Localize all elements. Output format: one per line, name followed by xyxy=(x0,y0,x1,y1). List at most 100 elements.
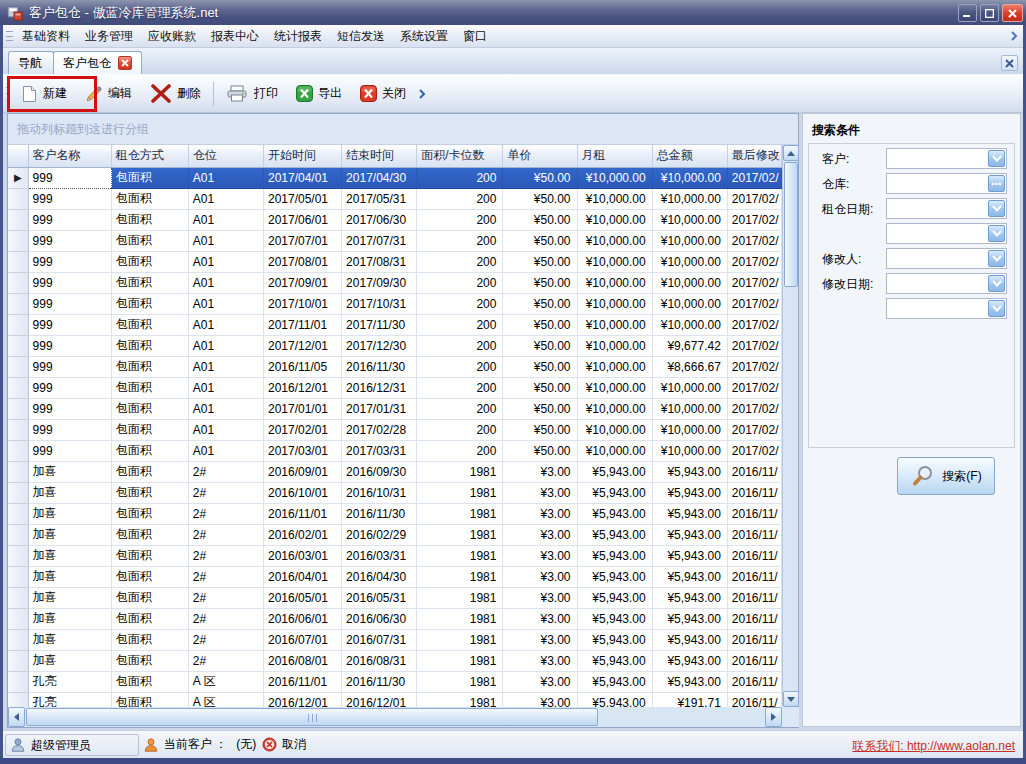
cell[interactable]: ¥10,000.00 xyxy=(577,272,652,293)
cell[interactable]: 2# xyxy=(188,566,263,587)
cell[interactable]: 200 xyxy=(417,398,503,419)
search-field-input[interactable] xyxy=(886,173,1007,194)
cell[interactable]: ¥10,000.00 xyxy=(577,398,652,419)
row-indicator[interactable] xyxy=(8,188,28,209)
table-row[interactable]: 加喜包面积2#2016/06/012016/06/301981¥3.00¥5,9… xyxy=(8,608,782,629)
cell[interactable]: 1981 xyxy=(417,566,503,587)
cell[interactable]: 包面积 xyxy=(111,335,188,356)
cell[interactable]: ¥50.00 xyxy=(503,188,577,209)
cell[interactable]: A01 xyxy=(188,272,263,293)
column-header-3[interactable]: 仓位 xyxy=(188,145,263,167)
search-field-input[interactable] xyxy=(886,198,1007,219)
cell[interactable]: ¥3.00 xyxy=(503,587,577,608)
table-row[interactable]: 999包面积A012017/03/012017/03/31200¥50.00¥1… xyxy=(8,440,782,461)
cell[interactable]: 2016/11/01 xyxy=(263,503,341,524)
column-header-7[interactable]: 单价 xyxy=(503,145,577,167)
cell[interactable]: ¥50.00 xyxy=(503,209,577,230)
cell[interactable]: A01 xyxy=(188,251,263,272)
tab-close-icon[interactable] xyxy=(118,56,132,70)
toolbar-button-5[interactable]: 打印 xyxy=(217,80,287,108)
cell[interactable]: 200 xyxy=(417,209,503,230)
row-indicator[interactable] xyxy=(8,482,28,503)
cell[interactable]: 200 xyxy=(417,167,503,188)
table-row[interactable]: 999包面积A012017/12/012017/12/30200¥50.00¥1… xyxy=(8,335,782,356)
cell[interactable]: 200 xyxy=(417,419,503,440)
cell[interactable]: 2016/05/01 xyxy=(263,587,341,608)
cell[interactable]: ¥5,943.00 xyxy=(577,566,652,587)
cell[interactable]: ¥10,000.00 xyxy=(652,377,727,398)
cell[interactable]: 包面积 xyxy=(111,293,188,314)
cell[interactable]: ¥5,943.00 xyxy=(577,650,652,671)
cell[interactable]: ¥9,677.42 xyxy=(652,335,727,356)
cell[interactable]: 2017/02/ xyxy=(727,335,781,356)
row-indicator[interactable] xyxy=(8,608,28,629)
table-row[interactable]: 999包面积A012017/05/012017/05/31200¥50.00¥1… xyxy=(8,188,782,209)
cell[interactable]: 1981 xyxy=(417,503,503,524)
cell[interactable]: 2017/02/ xyxy=(727,272,781,293)
cell[interactable]: 2016/11/ xyxy=(727,482,781,503)
cell[interactable]: ¥3.00 xyxy=(503,545,577,566)
cell[interactable]: 加喜 xyxy=(28,524,111,545)
cell[interactable]: 2016/11/ xyxy=(727,461,781,482)
cell[interactable]: 包面积 xyxy=(111,545,188,566)
cell[interactable]: 2017/04/30 xyxy=(342,167,417,188)
cell[interactable]: A01 xyxy=(188,314,263,335)
cell[interactable]: 1981 xyxy=(417,461,503,482)
cell[interactable]: 2017/02/ xyxy=(727,398,781,419)
scroll-up-button[interactable] xyxy=(783,145,799,161)
table-row[interactable]: 加喜包面积2#2016/07/012016/07/311981¥3.00¥5,9… xyxy=(8,629,782,650)
cell[interactable]: ¥5,943.00 xyxy=(652,566,727,587)
cell[interactable]: 2017/11/30 xyxy=(342,314,417,335)
cell[interactable]: ¥10,000.00 xyxy=(652,251,727,272)
table-row[interactable]: ▶999包面积A012017/04/012017/04/30200¥50.00¥… xyxy=(8,167,782,188)
table-row[interactable]: 999包面积A012016/12/012016/12/31200¥50.00¥1… xyxy=(8,377,782,398)
table-row[interactable]: 加喜包面积2#2016/09/012016/09/301981¥3.00¥5,9… xyxy=(8,461,782,482)
column-header-5[interactable]: 结束时间 xyxy=(342,145,417,167)
cell[interactable]: 2017/12/01 xyxy=(263,335,341,356)
cell[interactable]: ¥5,943.00 xyxy=(652,482,727,503)
table-row[interactable]: 加喜包面积2#2016/04/012016/04/301981¥3.00¥5,9… xyxy=(8,566,782,587)
cell[interactable]: 2016/11/ xyxy=(727,503,781,524)
cell[interactable]: 包面积 xyxy=(111,671,188,692)
row-indicator[interactable] xyxy=(8,671,28,692)
cell[interactable]: 2017/09/01 xyxy=(263,272,341,293)
scroll-down-button[interactable] xyxy=(783,691,799,707)
cell[interactable]: 2017/02/ xyxy=(727,209,781,230)
cell[interactable]: ¥5,943.00 xyxy=(652,587,727,608)
column-header-2[interactable]: 租仓方式 xyxy=(111,145,188,167)
cell[interactable]: ¥50.00 xyxy=(503,398,577,419)
cell[interactable]: ¥10,000.00 xyxy=(577,419,652,440)
cell[interactable]: ¥5,943.00 xyxy=(577,482,652,503)
cell[interactable]: 2016/10/01 xyxy=(263,482,341,503)
cell[interactable]: ¥5,943.00 xyxy=(652,650,727,671)
cell[interactable]: 2016/11/30 xyxy=(342,503,417,524)
row-indicator[interactable] xyxy=(8,251,28,272)
cell[interactable]: 2016/11/ xyxy=(727,566,781,587)
cell[interactable]: 2017/04/01 xyxy=(263,167,341,188)
menu-item-5[interactable]: 统计报表 xyxy=(267,25,329,47)
column-header-1[interactable]: 客户名称 xyxy=(28,145,111,167)
cell[interactable]: 1981 xyxy=(417,545,503,566)
cell[interactable]: 2# xyxy=(188,629,263,650)
cell[interactable]: 2016/06/30 xyxy=(342,608,417,629)
cell[interactable]: 2016/11/30 xyxy=(342,671,417,692)
cell[interactable]: 2017/01/31 xyxy=(342,398,417,419)
cell[interactable]: ¥5,943.00 xyxy=(652,608,727,629)
cell[interactable]: ¥10,000.00 xyxy=(577,293,652,314)
toolbar-button-7[interactable]: 关闭 xyxy=(351,80,415,108)
cell[interactable]: 1981 xyxy=(417,650,503,671)
menu-item-7[interactable]: 系统设置 xyxy=(393,25,455,47)
cell[interactable]: 2016/11/30 xyxy=(342,356,417,377)
cell[interactable]: 2017/10/01 xyxy=(263,293,341,314)
cell[interactable]: 2016/02/01 xyxy=(263,524,341,545)
table-row[interactable]: 999包面积A012017/08/012017/08/31200¥50.00¥1… xyxy=(8,251,782,272)
cell[interactable]: ¥5,943.00 xyxy=(652,629,727,650)
cell[interactable]: ¥50.00 xyxy=(503,251,577,272)
cell[interactable]: ¥3.00 xyxy=(503,503,577,524)
cell[interactable]: ¥10,000.00 xyxy=(652,440,727,461)
search-field-input[interactable] xyxy=(886,273,1007,294)
table-row[interactable]: 999包面积A012016/11/052016/11/30200¥50.00¥1… xyxy=(8,356,782,377)
cell[interactable]: 包面积 xyxy=(111,440,188,461)
menu-overflow-icon[interactable] xyxy=(1009,31,1019,41)
cell[interactable]: ¥10,000.00 xyxy=(577,377,652,398)
